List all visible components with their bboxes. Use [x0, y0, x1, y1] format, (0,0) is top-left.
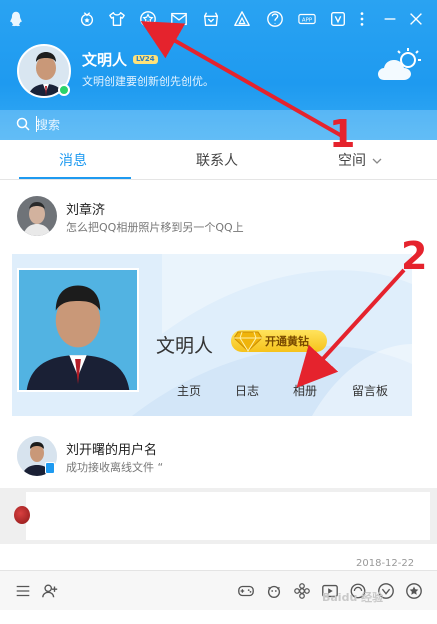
- qq-penguin-icon[interactable]: [6, 9, 26, 29]
- timestamp: 2018-12-22: [356, 558, 415, 569]
- annotation-label-1: 1: [329, 112, 356, 156]
- list-item[interactable]: 刘章济 怎么把QQ相册照片移到另一个QQ上: [0, 188, 437, 244]
- list-item[interactable]: 刘开曙的用户名 成功接收离线文件 “: [0, 428, 437, 484]
- profile-nickname[interactable]: 文明人: [82, 49, 127, 70]
- chevron-down-icon: [372, 158, 382, 164]
- add-contact-icon[interactable]: [40, 581, 60, 601]
- weather-icon[interactable]: [376, 46, 424, 86]
- avatar: [17, 196, 57, 236]
- chat-name: 刘章济: [66, 203, 106, 218]
- annotation-label-2: 2: [401, 234, 428, 278]
- card-link-album[interactable]: 相册: [293, 382, 317, 399]
- card-link-guestbook[interactable]: 留言板: [352, 382, 388, 399]
- close-icon[interactable]: [406, 9, 426, 29]
- list-item-body: [26, 492, 430, 540]
- baidu-watermark: Baidu 经验: [322, 591, 384, 604]
- profile-signature[interactable]: 文明创建要创新创先创优。: [82, 73, 214, 89]
- profile-card: 文明人 开通黄钻 主页 日志 相册 留言板: [12, 254, 412, 416]
- online-status-icon: [58, 84, 70, 96]
- game-icon[interactable]: [232, 9, 252, 29]
- card-name: 文明人: [156, 335, 214, 357]
- active-tab-indicator: [19, 177, 131, 179]
- list-item[interactable]: [0, 488, 437, 544]
- main-tabs: 消息 联系人 空间: [0, 140, 437, 180]
- avatar: [14, 506, 30, 524]
- tab-contacts[interactable]: 联系人: [196, 150, 238, 170]
- app-icon[interactable]: APP: [297, 9, 317, 29]
- wallet-icon[interactable]: [265, 9, 285, 29]
- tshirt-icon[interactable]: [107, 9, 127, 29]
- flower-icon[interactable]: [292, 581, 312, 601]
- chat-name: 刘开曙的用户名: [66, 443, 158, 458]
- topbar: APP: [0, 6, 437, 32]
- star-icon[interactable]: [138, 9, 158, 29]
- level-badge[interactable]: LV24: [133, 55, 158, 64]
- card-link-home[interactable]: 主页: [177, 382, 201, 399]
- card-link-diary[interactable]: 日志: [235, 382, 259, 399]
- search-icon: [16, 117, 30, 131]
- tab-messages[interactable]: 消息: [59, 150, 87, 170]
- svg-text:APP: APP: [302, 18, 313, 24]
- game-controller-icon[interactable]: [236, 581, 256, 601]
- pet-icon[interactable]: [264, 581, 284, 601]
- menu-icon[interactable]: [13, 581, 33, 601]
- chat-preview: 怎么把QQ相册照片移到另一个QQ上: [66, 221, 244, 234]
- header: APP 文明人 LV24 文明创建要创新创先创优。: [0, 0, 437, 140]
- diamond-icon: [234, 331, 262, 352]
- profile-photo[interactable]: [17, 268, 139, 392]
- shop-icon[interactable]: [201, 9, 221, 29]
- medal-icon[interactable]: [77, 9, 97, 29]
- chat-preview: 成功接收离线文件 “: [66, 461, 164, 474]
- mail-icon[interactable]: [169, 9, 189, 29]
- minimize-icon[interactable]: [380, 9, 400, 29]
- phone-online-icon: [45, 462, 55, 474]
- search-input[interactable]: [36, 114, 416, 136]
- text-caret: [36, 116, 37, 132]
- more-icon[interactable]: [352, 9, 372, 29]
- star-badge-icon[interactable]: [404, 581, 424, 601]
- vip-icon[interactable]: [328, 9, 348, 29]
